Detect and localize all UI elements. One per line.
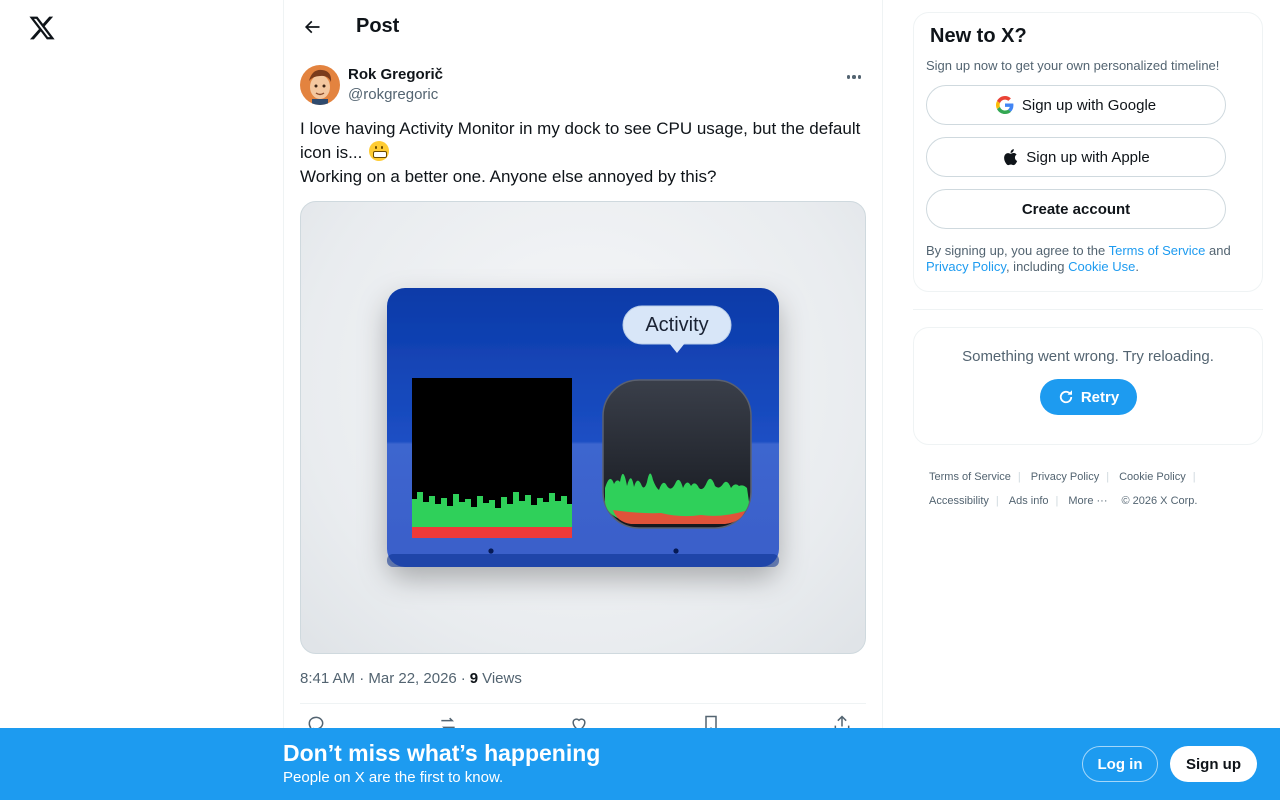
sidebar-divider: [913, 309, 1263, 310]
legal-prefix: By signing up, you agree to the: [926, 243, 1109, 258]
footer-cookie-link[interactable]: Cookie Policy: [1119, 465, 1186, 489]
create-account-label: Create account: [1021, 200, 1131, 218]
page-title: Post: [356, 15, 400, 37]
right-sidebar: New to X? Sign up now to get your own pe…: [913, 12, 1263, 513]
legal-including: , including: [1005, 259, 1069, 274]
banner-title: Don’t miss what’s happening: [283, 740, 601, 766]
footer-separator: |: [1192, 471, 1196, 483]
post-image[interactable]: Activity: [300, 201, 866, 654]
avatar[interactable]: [300, 65, 340, 105]
author-name[interactable]: Rok Gregorič: [348, 65, 443, 85]
footer-copyright: © 2026 X Corp.: [1121, 495, 1198, 507]
google-icon: [995, 96, 1014, 114]
arrow-left-icon: [304, 20, 320, 33]
legal-end: .: [1135, 259, 1139, 274]
error-message: Something went wrong. Try reloading.: [962, 348, 1214, 365]
back-button[interactable]: [300, 15, 324, 39]
footer-separator: |: [1055, 495, 1059, 507]
footer-separator: |: [995, 495, 999, 507]
signup-banner: Don’t miss what’s happening People on X …: [0, 728, 1280, 800]
signup-title: New to X?: [930, 25, 1027, 47]
footer-links: Terms of Service | Privacy Policy | Cookie…: [913, 445, 1263, 513]
signup-legal-text: By signing up, you agree to the Terms of…: [926, 243, 1250, 275]
post-time[interactable]: 8:41 AM · Mar 22, 2026: [300, 670, 457, 687]
post-text: I love having Activity Monitor in my doc…: [284, 105, 882, 189]
footer-ads-link[interactable]: Ads info: [1009, 489, 1049, 513]
banner-subtitle: People on X are the first to know.: [283, 769, 504, 786]
legal-and: and: [1205, 243, 1231, 258]
grimacing-face-emoji-icon: [369, 141, 390, 161]
author-handle[interactable]: @rokgregoric: [348, 85, 443, 105]
footer-separator: |: [1017, 471, 1021, 483]
post-author: Rok Gregorič @rokgregoric: [284, 53, 882, 105]
google-signup-button[interactable]: Sign up with Google: [926, 85, 1226, 125]
signup-subtitle: Sign up now to get your own personalized…: [926, 58, 1220, 73]
footer-accessibility-link[interactable]: Accessibility: [929, 489, 989, 513]
create-account-button[interactable]: Create account: [926, 189, 1226, 229]
post-header: Post: [284, 0, 882, 53]
error-card: Something went wrong. Try reloading. Ret…: [913, 327, 1263, 445]
terms-link[interactable]: Terms of Service: [1109, 243, 1206, 258]
login-button[interactable]: Log in: [1082, 746, 1158, 782]
retry-button[interactable]: Retry: [1039, 379, 1137, 415]
cookie-link[interactable]: Cookie Use: [1068, 259, 1135, 274]
apple-signup-button[interactable]: Sign up with Apple: [926, 137, 1226, 177]
signup-card: New to X? Sign up now to get your own pe…: [913, 12, 1263, 292]
apple-signup-label: Sign up with Apple: [1026, 148, 1150, 166]
dock-preview-image: Activity: [387, 288, 779, 567]
footer-terms-link[interactable]: Terms of Service: [929, 465, 1011, 489]
retry-label: Retry: [1080, 388, 1120, 406]
views-count: 9: [469, 670, 479, 687]
x-logo-icon[interactable]: [28, 14, 56, 42]
meta-dot: ·: [460, 670, 466, 687]
post-meta: 8:41 AM · Mar 22, 2026 · 9 Views: [284, 654, 882, 687]
privacy-link[interactable]: Privacy Policy: [926, 259, 1006, 274]
footer-separator: |: [1106, 471, 1110, 483]
more-options-icon[interactable]: [842, 67, 866, 87]
page: Post Rok Gregorič @rokgregoric I love ha…: [0, 0, 1280, 800]
apple-icon: [1004, 149, 1018, 166]
tooltip-label: Activity: [645, 314, 708, 336]
refresh-icon: [1059, 390, 1072, 404]
views-label: Views: [482, 670, 522, 687]
signup-button[interactable]: Sign up: [1170, 746, 1257, 782]
footer-more-link[interactable]: More ···: [1068, 489, 1107, 513]
post-column: Post Rok Gregorič @rokgregoric I love ha…: [283, 0, 883, 800]
post-text-line2: Working on a better one. Anyone else ann…: [300, 167, 717, 186]
google-signup-label: Sign up with Google: [1021, 96, 1157, 114]
footer-privacy-link[interactable]: Privacy Policy: [1031, 465, 1099, 489]
avatar-image: [300, 65, 340, 105]
